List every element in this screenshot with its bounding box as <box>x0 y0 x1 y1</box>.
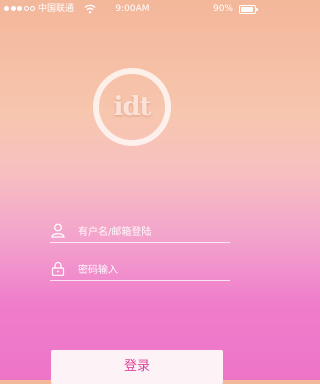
password-field[interactable] <box>50 260 230 281</box>
logo-text: idt <box>113 92 151 122</box>
battery-icon <box>239 5 259 14</box>
user-icon <box>51 223 65 238</box>
app-logo: idt <box>93 68 171 146</box>
login-button[interactable]: 登录 <box>51 350 223 384</box>
battery-fill <box>241 7 253 12</box>
battery-percent: 90% <box>212 4 233 14</box>
password-input[interactable] <box>78 262 228 278</box>
username-field[interactable] <box>50 222 230 243</box>
lock-icon <box>51 261 65 276</box>
username-input[interactable] <box>78 224 228 240</box>
status-bar: 中国联通 9:00AM 90% <box>0 0 265 18</box>
